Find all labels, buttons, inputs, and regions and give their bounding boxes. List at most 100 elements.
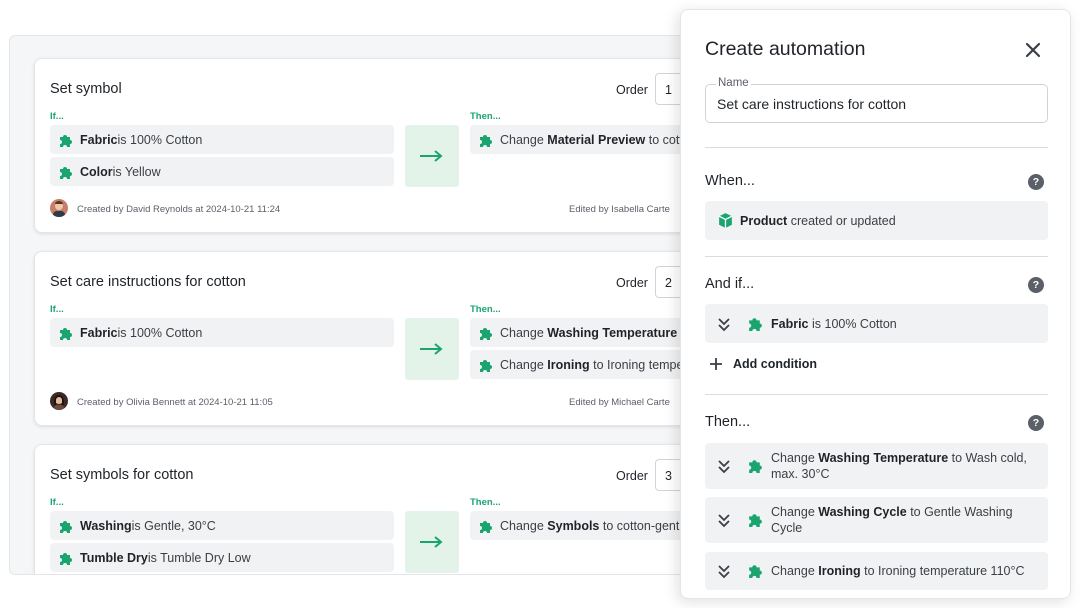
help-icon[interactable]: ? [1028, 277, 1044, 293]
action-row: Change Material Preview to cotto [470, 125, 708, 154]
add-condition-label: Add condition [733, 357, 818, 371]
name-input-value[interactable]: Set care instructions for cotton [717, 96, 906, 112]
rule-card[interactable]: Set care instructions for cotton Order 2… [34, 251, 708, 426]
chevron-double-down-icon[interactable] [715, 511, 733, 529]
then-label: Then... [470, 304, 501, 315]
arrow-indicator [405, 125, 459, 187]
condition-row: Tumble Dry is Tumble Dry Low [50, 543, 394, 572]
chevron-double-down-icon[interactable] [715, 562, 733, 580]
puzzle-icon [749, 318, 762, 331]
edited-by-text: Edited by Michael Carte [569, 397, 670, 408]
then-label: Then... [470, 497, 501, 508]
condition-text: is 100% Cotton [117, 132, 203, 147]
action-prefix: Change [771, 564, 819, 578]
condition-text: is Gentle, 30°C [131, 518, 216, 533]
action-row: Change Ironing to Ironing temper [470, 350, 708, 379]
if-label: If... [50, 497, 64, 508]
package-icon [718, 213, 733, 228]
arrow-indicator [405, 318, 459, 380]
arrow-indicator [405, 511, 459, 573]
action-field: Ironing [818, 564, 861, 578]
condition-value: is 100% Cotton [808, 317, 897, 331]
chevron-double-down-icon[interactable] [715, 457, 733, 475]
action-field: Ironing [547, 357, 590, 372]
condition-field: Fabric [80, 132, 118, 147]
trigger-event: created or updated [787, 214, 896, 228]
action-text: Change Washing Cycle to Gentle Washing C… [771, 504, 1034, 536]
drawer-title: Create automation [705, 38, 866, 60]
condition-field: Washing [80, 518, 132, 533]
add-condition-button[interactable]: Add condition [709, 357, 817, 371]
avatar [50, 392, 68, 410]
condition-text: is 100% Cotton [117, 325, 203, 340]
rule-card[interactable]: Set symbol Order 1 If... Then... Fabric … [34, 58, 708, 233]
help-icon[interactable]: ? [1028, 415, 1044, 431]
divider [705, 256, 1048, 257]
name-field-label: Name [716, 77, 751, 89]
condition-field: Fabric [80, 325, 118, 340]
condition-row: Color is Yellow [50, 157, 394, 186]
action-text: to Ironing temper [593, 357, 688, 372]
trigger-row[interactable]: Product created or updated [705, 201, 1048, 240]
puzzle-icon [60, 328, 72, 340]
action-row: Change Washing Temperature to [470, 318, 708, 347]
chevron-double-down-icon[interactable] [715, 315, 733, 333]
rule-title: Set symbol [50, 81, 122, 97]
edited-by-text: Edited by Isabella Carte [569, 204, 670, 215]
action-row[interactable]: Change Washing Temperature to Wash cold,… [705, 443, 1048, 489]
condition-row[interactable]: Fabric is 100% Cotton [705, 304, 1048, 343]
and-if-heading: And if... [705, 276, 755, 292]
puzzle-icon [60, 553, 72, 565]
condition-row: Fabric is 100% Cotton [50, 318, 394, 347]
puzzle-icon [60, 521, 72, 533]
name-input[interactable]: Set care instructions for cotton [705, 84, 1048, 123]
puzzle-icon [480, 360, 492, 372]
puzzle-icon [480, 521, 492, 533]
condition-row: Washing is Gentle, 30°C [50, 511, 394, 540]
puzzle-icon [749, 565, 762, 578]
divider [705, 394, 1048, 395]
action-field: Washing Temperature [547, 325, 678, 340]
order-label: Order [616, 469, 648, 483]
condition-row: Fabric is 100% Cotton [50, 125, 394, 154]
rule-title: Set care instructions for cotton [50, 274, 246, 290]
close-icon[interactable] [1021, 38, 1045, 62]
condition-text: is Tumble Dry Low [147, 550, 251, 565]
when-heading: When... [705, 173, 755, 189]
action-row[interactable]: Change Ironing to Ironing temperature 11… [705, 552, 1048, 590]
action-prefix: Change [771, 451, 819, 465]
action-prefix: Change [771, 505, 819, 519]
trigger-entity: Product [740, 214, 788, 228]
if-label: If... [50, 304, 64, 315]
rule-card[interactable]: Set symbols for cotton Order 3 If... The… [34, 444, 708, 574]
action-prefix: Change [500, 325, 544, 340]
action-text: Change Ironing to Ironing temperature 11… [771, 563, 1034, 579]
arrow-right-icon [420, 536, 443, 548]
created-by-text: Created by Olivia Bennett at 2024-10-21 … [77, 397, 273, 408]
divider [705, 147, 1048, 148]
action-field: Symbols [547, 518, 600, 533]
condition-text: Fabric is 100% Cotton [771, 316, 1034, 332]
rule-title: Set symbols for cotton [50, 467, 194, 483]
action-row[interactable]: Change Washing Cycle to Gentle Washing C… [705, 497, 1048, 543]
action-text: Change Washing Temperature to Wash cold,… [771, 450, 1034, 482]
puzzle-icon [480, 328, 492, 340]
action-prefix: Change [500, 132, 544, 147]
automation-list: Set symbol Order 1 If... Then... Fabric … [9, 35, 709, 575]
puzzle-icon [60, 167, 72, 179]
help-icon[interactable]: ? [1028, 174, 1044, 190]
puzzle-icon [480, 135, 492, 147]
condition-field: Fabric [771, 317, 809, 331]
then-heading: Then... [705, 414, 751, 430]
action-field: Washing Cycle [818, 505, 907, 519]
create-automation-drawer: Create automation Set care instructions … [680, 9, 1071, 599]
arrow-right-icon [420, 150, 443, 162]
action-row: Change Symbols to cotton-gentl [470, 511, 708, 540]
puzzle-icon [60, 135, 72, 147]
arrow-right-icon [420, 343, 443, 355]
puzzle-icon [749, 514, 762, 527]
action-text: to cotton-gentl [602, 518, 683, 533]
condition-field: Tumble Dry [80, 550, 148, 565]
action-field: Material Preview [547, 132, 646, 147]
condition-text: is Yellow [112, 164, 161, 179]
